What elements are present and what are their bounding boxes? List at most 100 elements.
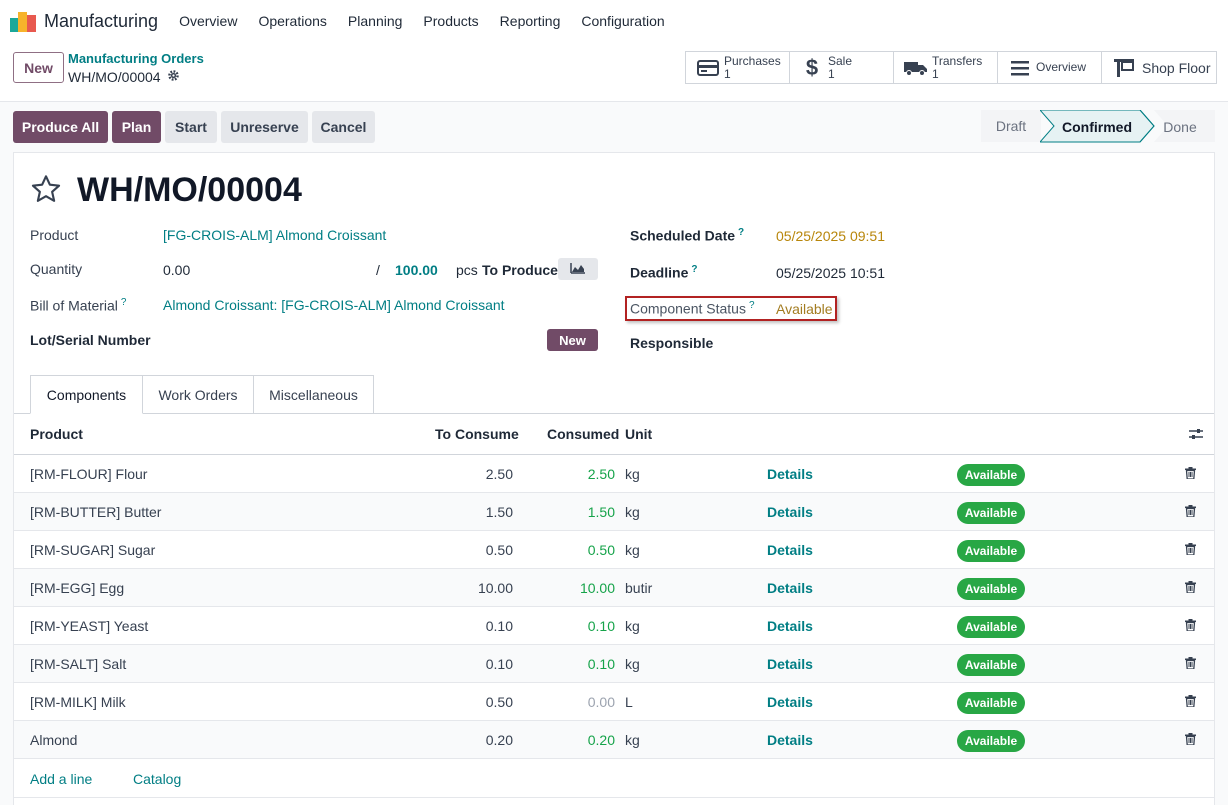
unreserve-button[interactable]: Unreserve (221, 111, 308, 143)
lot-new-button[interactable]: New (547, 329, 598, 351)
row-to-consume[interactable]: 0.10 (413, 656, 513, 672)
tab-work-orders[interactable]: Work Orders (142, 375, 254, 414)
nav-configuration[interactable]: Configuration (581, 13, 664, 29)
gear-icon[interactable] (167, 69, 180, 85)
bom-help-icon[interactable]: ? (121, 297, 127, 308)
col-consumed[interactable]: Consumed (547, 426, 619, 442)
purchases-smart-button[interactable]: Purchases 1 (685, 51, 790, 84)
row-to-consume[interactable]: 10.00 (413, 580, 513, 596)
row-product[interactable]: Almond (30, 732, 77, 748)
nav-planning[interactable]: Planning (348, 13, 403, 29)
dollar-icon: $ (805, 54, 819, 80)
trash-icon[interactable] (1185, 618, 1196, 634)
row-product[interactable]: [RM-EGG] Egg (30, 580, 124, 596)
row-to-consume[interactable]: 0.10 (413, 618, 513, 634)
tab-miscellaneous[interactable]: Miscellaneous (253, 375, 374, 414)
table-row[interactable]: [RM-BUTTER] Butter 1.50 1.50 kg Details Avail… (14, 493, 1214, 531)
trash-icon[interactable] (1185, 694, 1196, 710)
column-settings-icon[interactable] (1189, 427, 1203, 444)
scheduled-help-icon[interactable]: ? (738, 227, 744, 238)
trash-icon[interactable] (1185, 732, 1196, 748)
row-product[interactable]: [RM-SALT] Salt (30, 656, 126, 672)
row-status-badge: Available (957, 464, 1025, 486)
add-line-link[interactable]: Add a line (30, 771, 92, 787)
row-details-button[interactable]: Details (767, 732, 813, 748)
deadline-value[interactable]: 05/25/2025 10:51 (776, 265, 885, 281)
deadline-help-icon[interactable]: ? (691, 264, 697, 275)
produce-all-button[interactable]: Produce All (13, 111, 108, 143)
trash-icon[interactable] (1185, 504, 1196, 520)
row-to-consume[interactable]: 2.50 (413, 466, 513, 482)
row-consumed[interactable]: 1.50 (515, 504, 615, 520)
table-row[interactable]: [RM-FLOUR] Flour 2.50 2.50 kg Details Availab… (14, 455, 1214, 493)
row-product[interactable]: [RM-YEAST] Yeast (30, 618, 148, 634)
row-consumed[interactable]: 0.20 (515, 732, 615, 748)
tab-components[interactable]: Components (30, 375, 143, 414)
row-details-button[interactable]: Details (767, 618, 813, 634)
breadcrumb-parent[interactable]: Manufacturing Orders (68, 51, 204, 66)
component-status-help-icon[interactable]: ? (749, 300, 755, 311)
trash-icon[interactable] (1185, 542, 1196, 558)
row-details-button[interactable]: Details (767, 694, 813, 710)
stage-draft[interactable]: Draft (981, 110, 1041, 142)
new-button[interactable]: New (13, 52, 64, 83)
row-consumed[interactable]: 10.00 (515, 580, 615, 596)
col-product[interactable]: Product (30, 426, 83, 442)
row-details-button[interactable]: Details (767, 504, 813, 520)
col-to-consume[interactable]: To Consume (435, 426, 519, 442)
star-icon[interactable] (29, 173, 63, 208)
stage-confirmed[interactable]: Confirmed (1054, 110, 1140, 143)
manufacturing-app-icon[interactable] (10, 10, 38, 32)
catalog-link[interactable]: Catalog (133, 771, 181, 787)
table-row[interactable]: [RM-YEAST] Yeast 0.10 0.10 kg Details Availab… (14, 607, 1214, 645)
nav-overview[interactable]: Overview (179, 13, 237, 29)
sale-smart-button[interactable]: $ Sale 1 (789, 51, 894, 84)
cancel-button[interactable]: Cancel (312, 111, 375, 143)
row-details-button[interactable]: Details (767, 656, 813, 672)
row-to-consume[interactable]: 0.20 (413, 732, 513, 748)
forecast-button[interactable] (558, 258, 598, 280)
row-details-button[interactable]: Details (767, 466, 813, 482)
plan-button[interactable]: Plan (112, 111, 161, 143)
row-unit: kg (625, 466, 640, 482)
stage-done[interactable]: Done (1154, 110, 1206, 143)
bom-value[interactable]: Almond Croissant: [FG-CROIS-ALM] Almond … (163, 297, 505, 313)
row-consumed[interactable]: 0.00 (515, 694, 615, 710)
row-consumed[interactable]: 0.10 (515, 618, 615, 634)
bom-label-text: Bill of Material (30, 297, 118, 314)
table-row[interactable]: Almond 0.20 0.20 kg Details Available (14, 721, 1214, 759)
quantity-target[interactable]: 100.00 (395, 262, 438, 278)
trash-icon[interactable] (1185, 466, 1196, 482)
table-row[interactable]: [RM-MILK] Milk 0.50 0.00 L Details Available (14, 683, 1214, 721)
row-product[interactable]: [RM-MILK] Milk (30, 694, 126, 710)
trash-icon[interactable] (1185, 656, 1196, 672)
row-product[interactable]: [RM-SUGAR] Sugar (30, 542, 155, 558)
scheduled-date-value[interactable]: 05/25/2025 09:51 (776, 228, 885, 244)
quantity-input[interactable]: 0.00 (163, 262, 190, 278)
row-consumed[interactable]: 0.50 (515, 542, 615, 558)
row-to-consume[interactable]: 0.50 (413, 542, 513, 558)
row-details-button[interactable]: Details (767, 580, 813, 596)
nav-products[interactable]: Products (423, 13, 478, 29)
row-details-button[interactable]: Details (767, 542, 813, 558)
trash-icon[interactable] (1185, 580, 1196, 596)
table-row[interactable]: [RM-EGG] Egg 10.00 10.00 butir Details Availa… (14, 569, 1214, 607)
overview-smart-button[interactable]: Overview (997, 51, 1102, 84)
row-consumed[interactable]: 2.50 (515, 466, 615, 482)
product-value[interactable]: [FG-CROIS-ALM] Almond Croissant (163, 227, 386, 243)
transfers-smart-button[interactable]: Transfers 1 (893, 51, 998, 84)
nav-reporting[interactable]: Reporting (500, 13, 561, 29)
row-consumed[interactable]: 0.10 (515, 656, 615, 672)
overview-label: Overview (1036, 60, 1087, 74)
row-product[interactable]: [RM-BUTTER] Butter (30, 504, 161, 520)
row-to-consume[interactable]: 1.50 (413, 504, 513, 520)
row-to-consume[interactable]: 0.50 (413, 694, 513, 710)
start-button[interactable]: Start (165, 111, 217, 143)
nav-operations[interactable]: Operations (258, 13, 326, 29)
app-name[interactable]: Manufacturing (44, 11, 158, 32)
table-row[interactable]: [RM-SUGAR] Sugar 0.50 0.50 kg Details Availab… (14, 531, 1214, 569)
shop-floor-smart-button[interactable]: Shop Floor (1101, 51, 1217, 84)
table-row[interactable]: [RM-SALT] Salt 0.10 0.10 kg Details Available (14, 645, 1214, 683)
col-unit[interactable]: Unit (625, 426, 652, 442)
row-product[interactable]: [RM-FLOUR] Flour (30, 466, 147, 482)
